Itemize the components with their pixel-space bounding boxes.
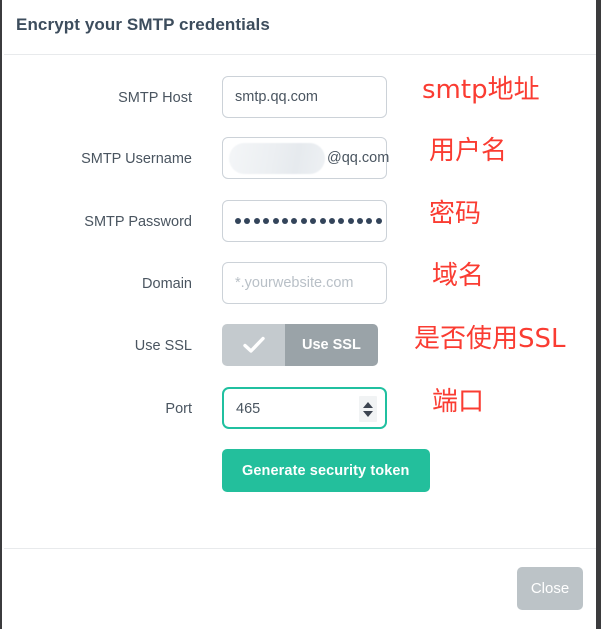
- smtp-host-input[interactable]: smtp.qq.com: [222, 76, 387, 118]
- label-domain: Domain: [142, 276, 192, 292]
- label-smtp-username: SMTP Username: [81, 151, 192, 167]
- annotation-use-ssl: 是否使用SSL: [414, 324, 566, 354]
- label-smtp-password: SMTP Password: [84, 214, 192, 230]
- form-row-smtp-username: SMTP Username @qq.com: [4, 137, 596, 181]
- modal-header: Encrypt your SMTP credentials: [4, 0, 596, 55]
- page-title: Encrypt your SMTP credentials: [16, 15, 270, 34]
- stepper-down-icon[interactable]: [363, 410, 373, 417]
- smtp-username-suffix: @qq.com: [327, 150, 390, 166]
- form-row-domain: Domain *.yourwebsite.com: [4, 262, 596, 306]
- form-row-port: Port 465: [4, 387, 596, 431]
- domain-placeholder: *.yourwebsite.com: [235, 275, 354, 291]
- generate-security-token-button[interactable]: Generate security token: [222, 449, 430, 492]
- modal-body: SMTP Host smtp.qq.com SMTP Username @qq.…: [4, 55, 596, 548]
- use-ssl-toggle-label[interactable]: Use SSL: [285, 324, 378, 366]
- number-stepper-icon[interactable]: [359, 396, 377, 422]
- domain-input[interactable]: *.yourwebsite.com: [222, 262, 387, 304]
- annotation-smtp-password: 密码: [429, 199, 482, 229]
- label-smtp-host: SMTP Host: [118, 90, 192, 106]
- smtp-host-value: smtp.qq.com: [235, 89, 318, 105]
- port-value: 465: [236, 401, 261, 417]
- smtp-username-input[interactable]: @qq.com: [222, 137, 390, 179]
- close-button[interactable]: Close: [517, 567, 583, 610]
- smtp-password-input[interactable]: [222, 200, 387, 242]
- annotation-domain: 域名: [432, 261, 485, 291]
- annotation-smtp-host: smtp地址: [422, 75, 540, 105]
- form-row-smtp-password: SMTP Password: [4, 200, 596, 244]
- checkmark-icon[interactable]: [222, 324, 285, 366]
- annotation-port: 端口: [432, 387, 485, 417]
- annotation-smtp-username: 用户名: [429, 136, 508, 166]
- browser-viewport-frame: Encrypt your SMTP credentials SMTP Host …: [0, 0, 601, 629]
- form-row-generate: Generate security token: [4, 449, 596, 493]
- stepper-up-icon[interactable]: [363, 401, 373, 408]
- port-input[interactable]: 465: [222, 387, 387, 429]
- label-use-ssl: Use SSL: [134, 338, 192, 354]
- encrypt-smtp-modal: Encrypt your SMTP credentials SMTP Host …: [4, 0, 596, 629]
- use-ssl-toggle[interactable]: Use SSL: [222, 324, 378, 366]
- redaction-overlay: [229, 143, 325, 174]
- password-masked-value: [235, 201, 382, 241]
- modal-footer: Close: [4, 548, 596, 629]
- label-port: Port: [165, 401, 192, 417]
